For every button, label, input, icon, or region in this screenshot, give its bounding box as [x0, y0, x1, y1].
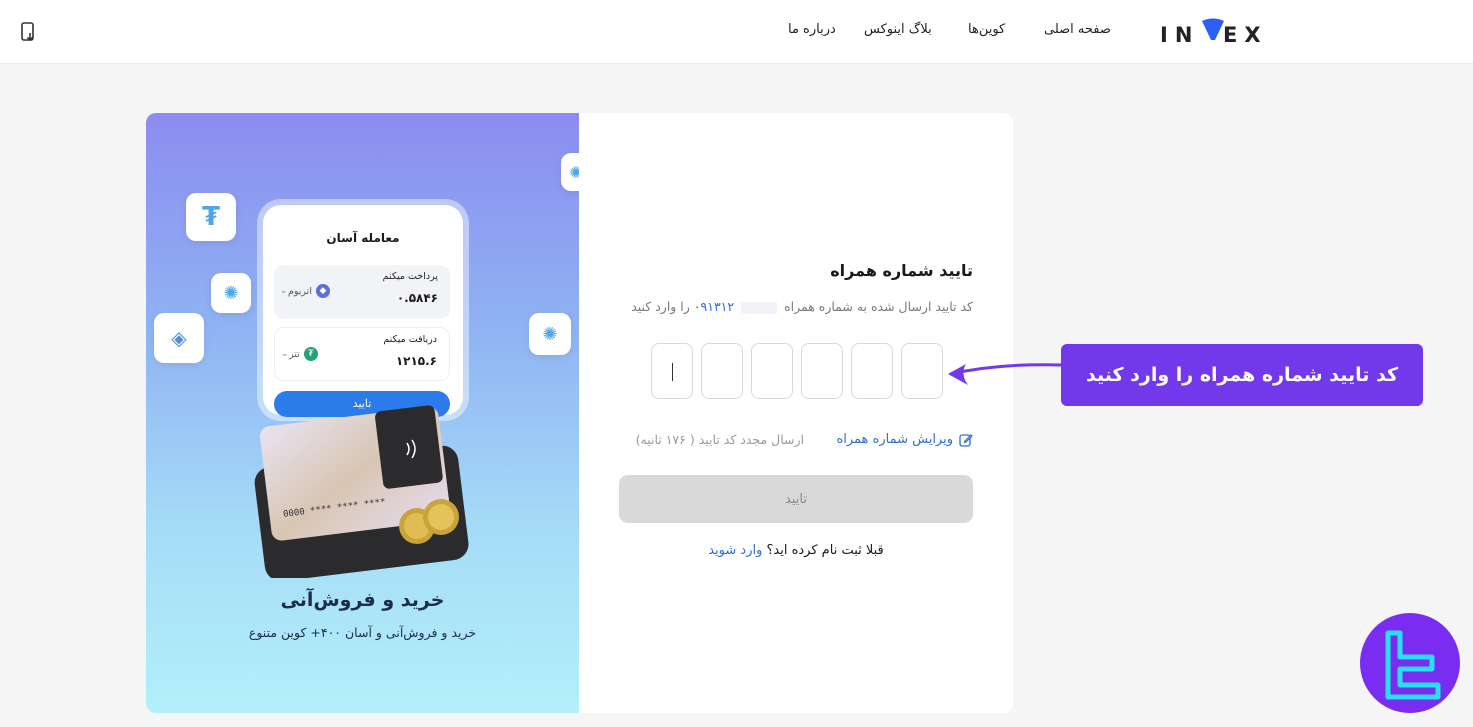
watermark-badge: [1360, 613, 1460, 713]
nav-about[interactable]: درباره ما: [788, 22, 836, 42]
pay-coin: ◆ اتریوم: [288, 284, 330, 298]
top-header: درباره ما بلاگ اینوکس کوین‌ها صفحه اصلی …: [0, 0, 1473, 64]
invex-logo[interactable]: IN EX: [1160, 14, 1264, 48]
phone-mockup: معامله آسان پرداخت میکنم ۰.۵۸۴۶ ◆ اتریوم…: [263, 205, 463, 417]
receive-box: دریافت میکنم ۱۲۱۵.۶ ₮ تتر ⌄: [274, 327, 450, 381]
otp-digit-5[interactable]: [701, 343, 743, 399]
masked-number: [741, 301, 778, 314]
cardano-icon-top: ✺: [561, 153, 579, 191]
desc-after: را وارد کنید: [631, 299, 690, 314]
login-prompt: قبلا ثبت نام کرده اید؟ وارد شوید: [579, 543, 1013, 558]
receive-amount: ۱۲۱۵.۶: [395, 354, 437, 368]
nav-coins[interactable]: کوین‌ها: [968, 22, 1005, 42]
promo-panel: ₮ ✺ ◈ ✺ ✺ معامله آسان پرداخت میکنم ۰.۵۸۴…: [146, 113, 579, 713]
cardano-icon-right: ✺: [529, 313, 571, 355]
desc-before: کد تایید ارسال شده به شماره همراه: [784, 299, 973, 314]
watermark-logo-icon: [1385, 630, 1441, 700]
download-app-icon[interactable]: [18, 21, 38, 43]
promo-subtitle: خرید و فروش‌آنی و آسان ۴۰۰+ کوین متنوع: [248, 625, 477, 640]
chevron-down-icon: ⌄: [280, 286, 288, 296]
otp-digit-2[interactable]: [851, 343, 893, 399]
otp-digit-1[interactable]: [901, 343, 943, 399]
wallet-illustration: 0000 **** **** ****: [254, 405, 469, 578]
nav-home[interactable]: صفحه اصلی: [1044, 22, 1111, 42]
edit-phone-label: ویرایش شماره همراه: [836, 432, 953, 447]
edit-icon: [959, 433, 973, 447]
verify-form: تایید شماره همراه کد تایید ارسال شده به …: [579, 113, 1013, 713]
phone-title: معامله آسان: [326, 231, 400, 245]
annotation-callout: کد تایید شماره همراه را وارد کنید: [1061, 344, 1423, 406]
logo-v-mark: [1202, 18, 1224, 40]
auth-card: ₮ ✺ ◈ ✺ ✺ معامله آسان پرداخت میکنم ۰.۵۸۴…: [146, 113, 1013, 713]
phone-number: ۰۹۱۳۱۲: [693, 299, 735, 314]
receive-label: دریافت میکنم: [383, 334, 437, 345]
annotation-arrow: [948, 363, 1063, 385]
pay-amount: ۰.۵۸۴۶: [396, 291, 438, 305]
receive-coin: ₮ تتر: [289, 347, 318, 361]
form-title: تایید شماره همراه: [830, 261, 973, 280]
otp-digit-3[interactable]: [801, 343, 843, 399]
promo-title: خرید و فروش‌آنی: [280, 589, 445, 611]
cardano-icon: ✺: [211, 273, 251, 313]
otp-digit-4[interactable]: [751, 343, 793, 399]
login-question: قبلا ثبت نام کرده اید؟: [766, 543, 884, 558]
otp-digit-6[interactable]: [651, 343, 693, 399]
ethereum-icon: ◆: [315, 284, 330, 298]
logo-text-right: EX: [1223, 23, 1268, 47]
pay-box: پرداخت میکنم ۰.۵۸۴۶ ◆ اتریوم ⌄: [274, 265, 450, 319]
form-description: کد تایید ارسال شده به شماره همراه ۰۹۱۳۱۲…: [631, 299, 973, 314]
confirm-button[interactable]: تایید: [619, 475, 973, 523]
tether-coin-icon: ₮: [303, 347, 318, 361]
login-link[interactable]: وارد شوید: [708, 543, 762, 558]
pay-coin-name: اتریوم: [288, 285, 312, 297]
nav-blog[interactable]: بلاگ اینوکس: [864, 22, 932, 42]
receive-coin-name: تتر: [289, 348, 300, 360]
tether-icon: ₮: [186, 193, 236, 241]
binance-icon: ◈: [154, 313, 204, 363]
pay-label: پرداخت میکنم: [382, 271, 438, 282]
chevron-down-icon: ⌄: [281, 349, 289, 359]
logo-text-left: IN: [1160, 23, 1200, 47]
resend-code: ارسال مجدد کد تایید ( ۱۷۶ ثانیه): [635, 432, 804, 447]
edit-phone-link[interactable]: ویرایش شماره همراه: [836, 432, 973, 447]
